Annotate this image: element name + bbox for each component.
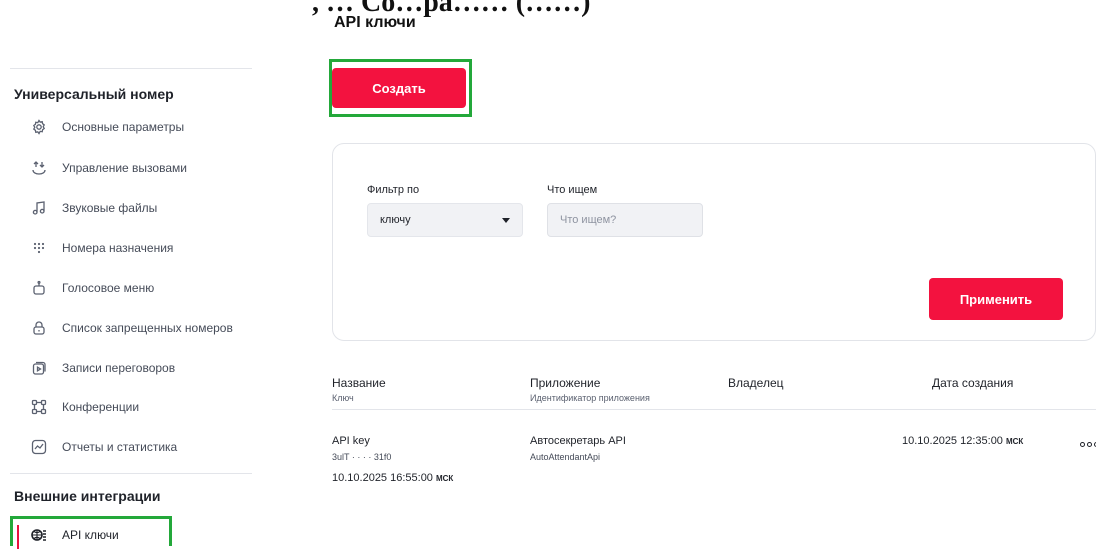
application-id: AutoAttendantApi (530, 452, 601, 462)
chevron-down-icon (502, 218, 510, 223)
column-subheader-application-id: Идентификатор приложения (530, 393, 650, 403)
sidebar-group-title-external-integrations: Внешние интеграции (14, 488, 161, 504)
sidebar-item-label: API ключи (62, 528, 119, 542)
sidebar-item-label: Список запрещенных номеров (62, 321, 233, 335)
table-divider (332, 409, 1096, 410)
api-key-name: API key (332, 435, 370, 447)
conference-icon (30, 398, 48, 416)
create-button[interactable]: Создать (332, 68, 466, 108)
sidebar-item-sound-files[interactable]: Звуковые файлы (30, 196, 157, 220)
robot-icon (30, 279, 48, 297)
application-name: Автосекретарь API (530, 435, 626, 447)
filter-by-value: ключу (380, 214, 411, 226)
search-label: Что ищем (547, 184, 598, 196)
column-header-created: Дата создания (932, 376, 1014, 390)
active-indicator (17, 525, 19, 549)
column-subheader-key: Ключ (332, 393, 354, 403)
sidebar-item-api-keys[interactable]: API ключи (10, 516, 172, 549)
sidebar-item-voice-menu[interactable]: Голосовое меню (30, 276, 154, 300)
sidebar-item-label: Записи переговоров (62, 361, 176, 375)
search-input[interactable] (547, 203, 703, 237)
sidebar-item-label: Голосовое меню (62, 281, 155, 295)
apply-button[interactable]: Применить (929, 278, 1063, 320)
lock-icon (30, 319, 48, 337)
sidebar-item-label: Отчеты и статистика (62, 440, 178, 454)
main-content: , … Со…ра…… (……) API ключи Создать Фильт… (312, 0, 1096, 546)
api-key-date: 10.10.2025 16:55:00 МСК (332, 472, 454, 484)
sidebar-item-label: Основные параметры (62, 120, 185, 134)
timezone-badge: МСК (1005, 437, 1024, 446)
sidebar-item-blocked-numbers[interactable]: Список запрещенных номеров (30, 316, 233, 340)
api-key-masked: 3ulT · · · · 31f0 (332, 452, 392, 462)
api-key-icon (31, 527, 47, 543)
sidebar-divider (10, 473, 252, 474)
sidebar-item-call-management[interactable]: Управление вызовами (30, 156, 187, 180)
sidebar-item-call-recordings[interactable]: Записи переговоров (30, 356, 175, 380)
sidebar-item-conferences[interactable]: Конференции (30, 395, 139, 419)
recording-icon (30, 359, 48, 377)
gear-icon (30, 118, 48, 136)
music-note-icon (30, 199, 48, 217)
sidebar-item-label: Конференции (62, 400, 140, 414)
more-dot-icon (1080, 442, 1085, 447)
dialpad-icon (30, 239, 48, 257)
filter-by-select[interactable]: ключу (367, 203, 523, 237)
sidebar-item-destination-numbers[interactable]: Номера назначения (30, 236, 173, 260)
sidebar-item-label: Номера назначения (62, 241, 174, 255)
more-actions-button[interactable] (1078, 440, 1096, 449)
column-header-name: Название (332, 376, 386, 390)
sidebar: Универсальный номер Основные параметры У… (0, 0, 252, 549)
column-header-owner: Владелец (728, 376, 784, 390)
sidebar-item-main-settings[interactable]: Основные параметры (30, 115, 184, 139)
created-date: 10.10.2025 12:35:00 МСК (902, 435, 1024, 447)
page-title: API ключи (334, 14, 416, 31)
filter-panel: Фильтр по ключу Что ищем Применить (332, 143, 1096, 341)
sidebar-item-label: Управление вызовами (62, 161, 187, 175)
sidebar-divider (10, 68, 252, 69)
call-routing-icon (30, 159, 48, 177)
more-dot-icon (1087, 442, 1092, 447)
sidebar-item-label: Звуковые файлы (62, 201, 158, 215)
column-header-application: Приложение (530, 376, 601, 390)
chart-icon (30, 438, 48, 456)
timezone-badge: МСК (435, 474, 454, 483)
sidebar-item-reports[interactable]: Отчеты и статистика (30, 435, 177, 459)
sidebar-group-title-universal-number: Универсальный номер (14, 86, 174, 102)
filter-by-label: Фильтр по (367, 184, 420, 196)
